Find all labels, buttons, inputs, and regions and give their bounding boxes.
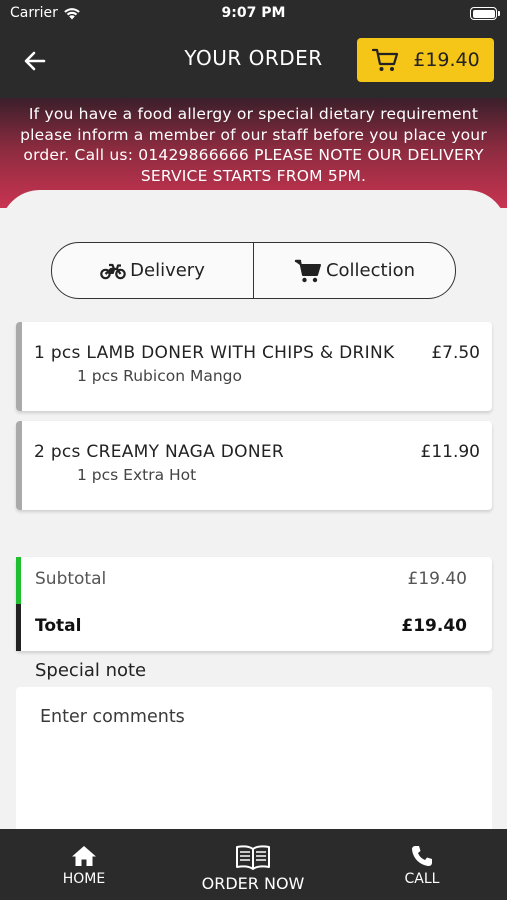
order-item[interactable]: 2 pcs CREAMY NAGA DONER £11.90 1 pcs Ext… — [16, 421, 492, 510]
item-name: 1 pcs LAMB DONER WITH CHIPS & DRINK — [34, 343, 395, 363]
collection-option[interactable]: Collection — [253, 243, 455, 298]
subtotal-label: Subtotal — [35, 569, 107, 589]
item-price: £7.50 — [431, 343, 480, 363]
tab-order-now[interactable]: ORDER NOW — [188, 829, 318, 900]
cart-total-button[interactable]: £19.40 — [357, 38, 494, 82]
special-note-label: Special note — [35, 660, 147, 681]
bottom-tab-bar: HOME ORDER NOW CALL — [0, 829, 507, 900]
cart-total-amount: £19.40 — [413, 49, 480, 71]
status-time: 9:07 PM — [221, 5, 286, 21]
menu-book-icon — [236, 845, 270, 870]
order-totals: Subtotal £19.40 Total £19.40 — [16, 557, 492, 651]
item-price: £11.90 — [420, 442, 480, 462]
item-modifier: 1 pcs Rubicon Mango — [77, 367, 242, 385]
order-item[interactable]: 1 pcs LAMB DONER WITH CHIPS & DRINK £7.5… — [16, 322, 492, 411]
motorbike-icon — [100, 263, 126, 279]
subtotal-row: Subtotal £19.40 — [16, 557, 492, 604]
delivery-option[interactable]: Delivery — [52, 243, 253, 298]
item-modifier: 1 pcs Extra Hot — [77, 466, 197, 484]
tab-home-label: HOME — [62, 871, 106, 887]
total-label: Total — [35, 616, 82, 636]
order-content: Delivery Collection 1 pcs LAMB DONER WIT… — [0, 190, 507, 847]
tab-call-label: CALL — [404, 871, 440, 887]
battery-icon — [470, 7, 500, 20]
order-type-toggle: Delivery Collection — [51, 242, 456, 299]
header: YOUR ORDER £19.40 — [0, 28, 507, 98]
total-value: £19.40 — [401, 616, 467, 636]
delivery-label: Delivery — [130, 260, 205, 281]
cart-icon — [372, 48, 399, 71]
collection-label: Collection — [325, 260, 416, 281]
tab-home[interactable]: HOME — [44, 829, 124, 900]
status-bar: Carrier 9:07 PM — [0, 0, 507, 28]
tab-call[interactable]: CALL — [382, 829, 462, 900]
item-name: 2 pcs CREAMY NAGA DONER — [34, 442, 285, 462]
subtotal-value: £19.40 — [407, 569, 467, 589]
cart-icon — [294, 259, 321, 282]
allergy-notice-text: If you have a food allergy or special di… — [20, 105, 487, 185]
home-icon — [72, 846, 96, 866]
phone-icon — [412, 846, 432, 866]
tab-order-now-label: ORDER NOW — [201, 874, 305, 893]
special-note-input[interactable] — [16, 687, 492, 847]
total-row: Total £19.40 — [16, 604, 492, 651]
